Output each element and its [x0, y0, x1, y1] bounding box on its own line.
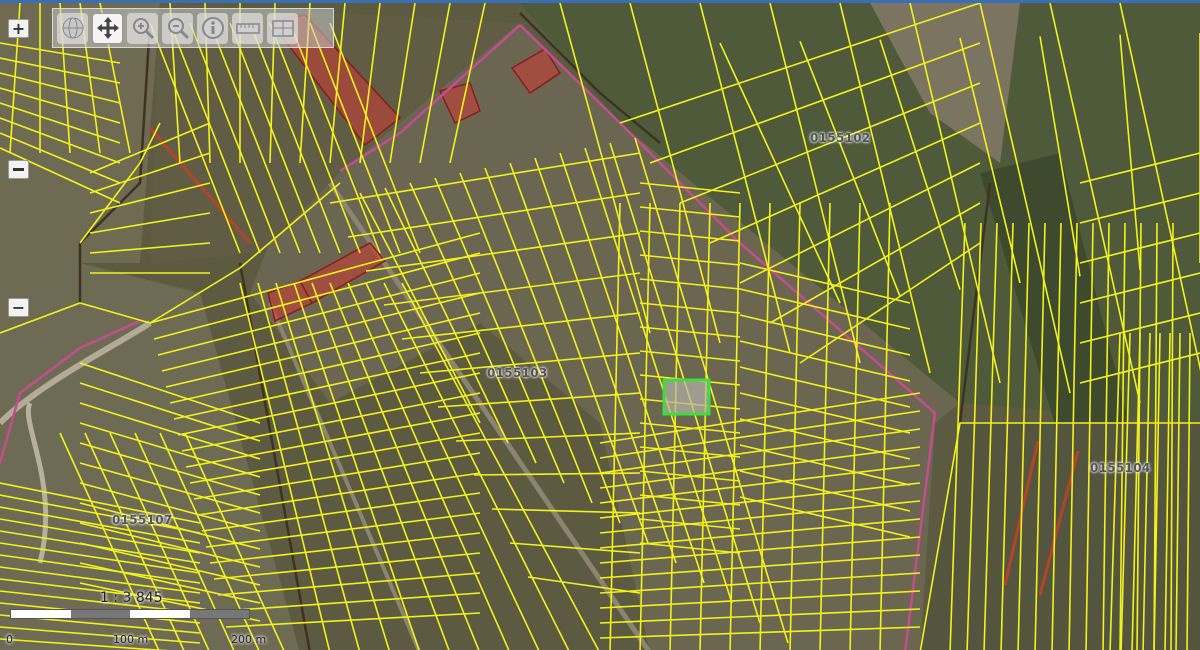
scale-tick-200: 200 m — [231, 633, 267, 646]
parcel-label-0155103: 0155103 — [487, 366, 548, 380]
parcel-label-0155107: 0155107 — [112, 513, 173, 527]
map-view[interactable]: 0155102 0155103 0155104 0155107 + − 1 : … — [0, 0, 1200, 650]
measure-area-icon[interactable] — [267, 12, 298, 44]
map-toolbar — [52, 8, 334, 48]
parcel-label-0155102: 0155102 — [810, 131, 871, 145]
pan-move-icon[interactable] — [92, 12, 123, 44]
zoom-in-button[interactable]: + — [8, 19, 29, 38]
measure-length-icon[interactable] — [232, 12, 263, 44]
selected-parcel — [662, 378, 711, 416]
scale-ratio: 1 : 3 845 — [100, 590, 163, 606]
scale-tick-0: 0 — [6, 633, 13, 646]
scale-bar — [10, 609, 250, 619]
zoom-in-icon[interactable] — [127, 12, 158, 44]
globe-icon[interactable] — [57, 12, 88, 44]
scale-tick-100: 100 m — [113, 633, 149, 646]
info-icon[interactable] — [197, 12, 228, 44]
zoom-out-button[interactable]: − — [8, 298, 29, 317]
satellite-imagery — [0, 3, 1200, 650]
zoom-out-icon[interactable] — [162, 12, 193, 44]
zoom-level-marker[interactable] — [8, 160, 29, 179]
parcel-label-0155104: 0155104 — [1090, 461, 1151, 475]
